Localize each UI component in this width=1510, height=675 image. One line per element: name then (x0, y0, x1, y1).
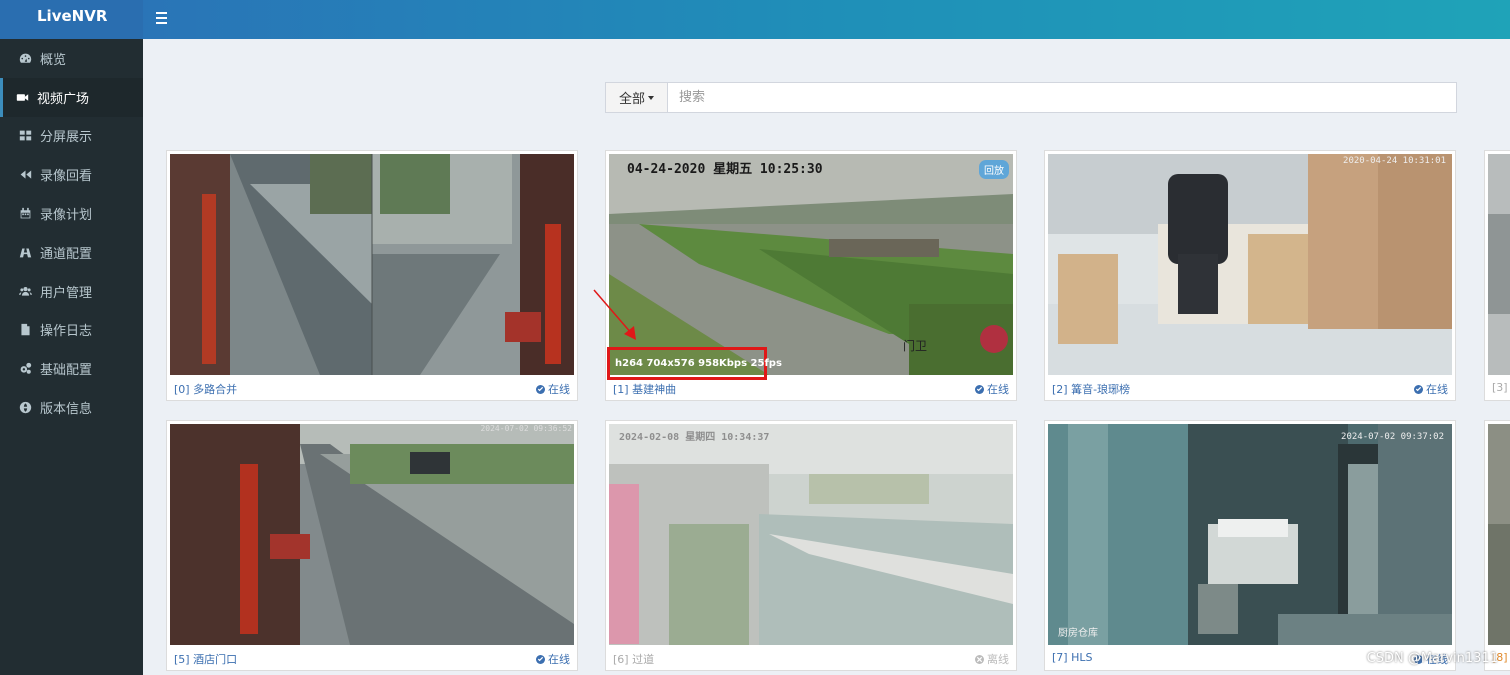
check-circle-icon (536, 654, 545, 664)
sidebar-item-channel-config[interactable]: 通道配置 (0, 233, 143, 272)
channel-card[interactable]: 2024-07-02 09:36:52 [5] 酒店门口 在线 (166, 420, 578, 671)
check-circle-icon (1414, 384, 1423, 394)
sidebar-item-overview[interactable]: 概览 (0, 39, 143, 78)
channel-card[interactable]: 2024-02-08 星期四 10:34:37 [6] 过道 离线 (605, 420, 1017, 671)
status-badge: 在线 (975, 381, 1009, 397)
calendar-icon (18, 207, 32, 221)
filter-dropdown[interactable]: 全部 (605, 82, 668, 113)
check-circle-icon (536, 384, 545, 394)
globe-icon (18, 401, 32, 415)
caret-down-icon (648, 95, 654, 100)
channel-name[interactable]: [6] 过道 (613, 651, 654, 667)
sidebar-item-label: 版本信息 (40, 402, 93, 418)
sidebar-item-user-management[interactable]: 用户管理 (0, 272, 143, 311)
video-thumbnail[interactable]: 2024-07-02 09:36:52 (170, 424, 574, 645)
status-badge: 在线 (1414, 381, 1448, 397)
sidebar-item-operation-log[interactable]: 操作日志 (0, 311, 143, 350)
search-bar: 全部 (605, 82, 1457, 113)
sidebar-item-version-info[interactable]: 版本信息 (0, 388, 143, 427)
channel-card[interactable]: 2024-07-02 09:37:02 厨房仓库 [7] HLS 在线 (1044, 420, 1456, 671)
channel-card[interactable]: [0] 多路合并 在线 (166, 150, 578, 401)
channel-card[interactable]: [8] (1484, 420, 1510, 671)
sidebar-item-video-square[interactable]: 视频广场 (0, 77, 143, 117)
dashboard-icon (18, 51, 32, 65)
users-icon (18, 284, 32, 298)
search-input[interactable] (668, 82, 1457, 113)
sidebar-item-label: 视频广场 (37, 91, 90, 107)
channel-name[interactable]: [2] 篝音-琅琊榜 (1052, 381, 1130, 397)
timestamp-overlay: 2024-07-02 09:37:02 (1341, 432, 1444, 442)
close-circle-icon (975, 654, 984, 664)
sidebar-item-label: 录像回看 (40, 169, 93, 185)
status-badge: 在线 (536, 381, 570, 397)
gears-icon (18, 362, 32, 376)
timestamp-overlay: 2024-02-08 星期四 10:34:37 (619, 432, 770, 443)
video-thumbnail[interactable] (1488, 424, 1510, 645)
filter-label: 全部 (618, 92, 645, 107)
timestamp-overlay: 2020-04-24 10:31:01 (1343, 156, 1446, 166)
channel-name[interactable]: [5] 酒店门口 (174, 651, 237, 667)
top-header: LiveNVR (0, 0, 1510, 39)
timestamp-overlay: 2024-07-02 09:36:52 (480, 424, 572, 433)
video-thumbnail[interactable] (170, 154, 574, 375)
sidebar-item-label: 通道配置 (40, 246, 93, 262)
channel-name[interactable]: [1] 基建神曲 (613, 381, 676, 397)
location-overlay: 门卫 (903, 339, 928, 353)
channel-card[interactable]: [3] (1484, 150, 1510, 401)
sidebar: 概览 视频广场 分屏展示 录像回看 录像计划 通道配置 用户管理 操作日志 基础… (0, 39, 143, 675)
watermark: CSDN @Marvin1311 (1366, 651, 1498, 666)
sidebar-item-label: 基础配置 (40, 363, 93, 379)
rewind-icon (18, 168, 32, 182)
menu-toggle-icon[interactable] (152, 8, 172, 28)
video-thumbnail[interactable]: 2020-04-24 10:31:01 (1048, 154, 1452, 375)
sidebar-item-record-plan[interactable]: 录像计划 (0, 194, 143, 233)
sidebar-item-label: 操作日志 (40, 324, 93, 340)
channel-name[interactable]: [3] (1492, 381, 1508, 394)
video-thumbnail[interactable]: 2024-07-02 09:37:02 厨房仓库 (1048, 424, 1452, 645)
channel-name[interactable]: [7] HLS (1052, 651, 1092, 664)
status-badge: 在线 (536, 651, 570, 667)
check-circle-icon (975, 384, 984, 394)
video-thumbnail[interactable]: 2024-02-08 星期四 10:34:37 (609, 424, 1013, 645)
stream-info-highlight: h264 704x576 958Kbps 25fps (607, 347, 782, 380)
sidebar-item-label: 录像计划 (40, 208, 93, 224)
video-camera-icon (15, 90, 29, 104)
status-badge: 离线 (975, 651, 1009, 667)
sidebar-item-label: 分屏展示 (40, 130, 93, 146)
channel-name[interactable]: [0] 多路合并 (174, 381, 237, 397)
channel-card[interactable]: 2020-04-24 10:31:01 [2] 篝音-琅琊榜 在线 (1044, 150, 1456, 401)
annotation-arrow-icon (593, 289, 636, 340)
sidebar-item-playback[interactable]: 录像回看 (0, 155, 143, 194)
timestamp-overlay: 04-24-2020 星期五 10:25:30 (627, 162, 823, 177)
sidebar-item-basic-config[interactable]: 基础配置 (0, 349, 143, 388)
video-thumbnail[interactable] (1488, 154, 1510, 375)
location-overlay: 厨房仓库 (1058, 628, 1098, 639)
channel-icon (18, 245, 32, 259)
sidebar-item-split-screen[interactable]: 分屏展示 (0, 117, 143, 156)
sidebar-item-label: 用户管理 (40, 285, 93, 301)
grid-icon (18, 129, 32, 143)
sidebar-item-label: 概览 (40, 52, 67, 68)
app-logo[interactable]: LiveNVR (0, 0, 143, 39)
video-thumbnail[interactable]: 04-24-2020 星期五 10:25:30 回放 门卫 (609, 154, 1013, 375)
playback-badge: 回放 (979, 160, 1009, 179)
stream-info-text: h264 704x576 958Kbps 25fps (615, 358, 782, 369)
file-icon (18, 323, 32, 337)
